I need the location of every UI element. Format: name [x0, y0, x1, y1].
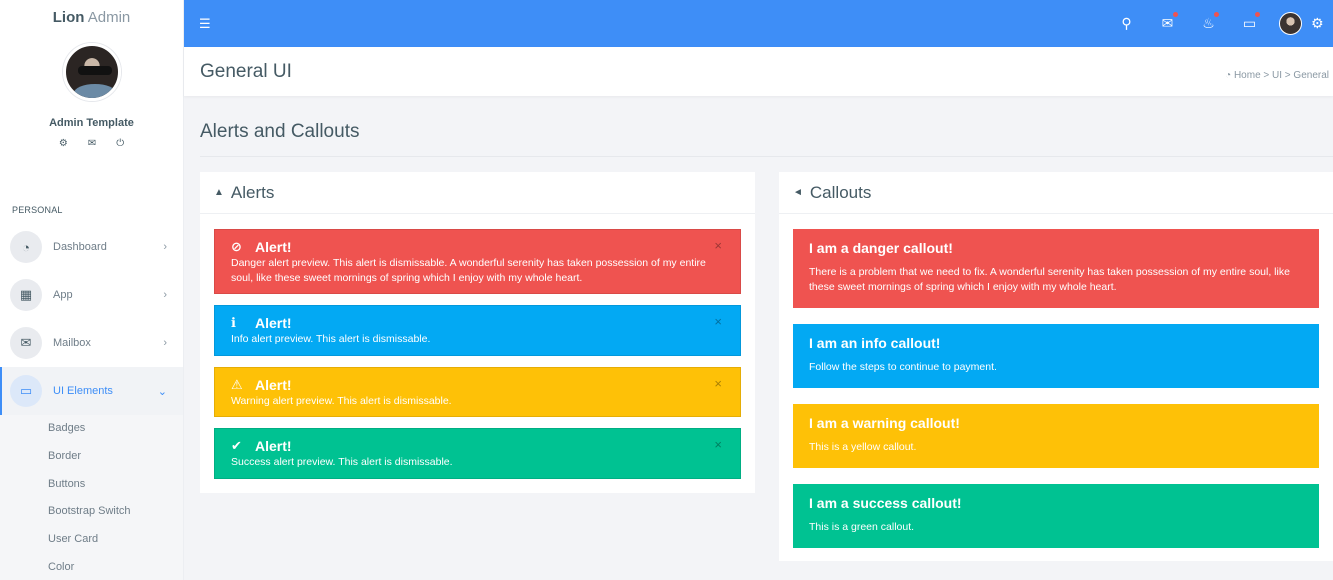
alert-title: Alert! — [255, 239, 292, 255]
close-icon[interactable]: × — [714, 437, 722, 452]
chevron-right-icon: › — [163, 289, 167, 301]
dashboard-icon: ◔ — [1225, 70, 1232, 81]
callout-info: I am an info callout! Follow the steps t… — [793, 324, 1319, 388]
close-icon[interactable]: × — [714, 238, 722, 253]
breadcrumb: ◔ Home > UI > General — [1225, 70, 1329, 81]
profile-name[interactable]: Admin Template — [0, 117, 183, 129]
submenu-ui-elements: Badges Border Buttons Bootstrap Switch U… — [0, 415, 183, 580]
sidebar-item-label: App — [53, 289, 73, 301]
user-avatar[interactable] — [1279, 12, 1302, 35]
callout-title: I am a success callout! — [809, 495, 962, 511]
breadcrumb-text[interactable]: Home > UI > General — [1234, 70, 1329, 81]
hamburger-menu-icon[interactable]: ☰ — [199, 16, 211, 32]
card-header: ▲ Alerts — [200, 172, 755, 214]
divider — [200, 156, 1333, 157]
sidebar-item-dashboard[interactable]: ◔ Dashboard › — [0, 223, 183, 271]
sidebar-item-app[interactable]: ▦ App › — [0, 271, 183, 319]
top-actions: ⚲ ✉ ♨ ▭ ⚙ — [1106, 0, 1333, 47]
alert-danger: ⊘ Alert! Danger alert preview. This aler… — [214, 229, 741, 294]
submenu-item-user-card[interactable]: User Card — [0, 526, 183, 554]
page-title-bar: General UI ◔ Home > UI > General — [184, 47, 1333, 96]
chevron-right-icon: › — [163, 337, 167, 349]
brand-bold: Lion — [52, 9, 85, 26]
chevron-right-icon: › — [163, 241, 167, 253]
ban-icon: ⊘ — [231, 239, 242, 254]
notification-dot — [1214, 12, 1219, 17]
laptop-icon: ▭ — [10, 375, 42, 407]
chevron-down-icon: ⌄ — [157, 385, 167, 398]
brand-light: Admin — [87, 9, 131, 26]
notification-dot — [1255, 12, 1260, 17]
chat-icon[interactable]: ▭ — [1229, 12, 1270, 32]
alert-title: Alert! — [255, 315, 292, 331]
sidebar: Lion Admin Admin Template ⚙ ✉ ⏻ PERSONAL… — [0, 0, 184, 580]
callout-text: There is a problem that we need to fix. … — [809, 266, 1290, 293]
alerts-card: ▲ Alerts ⊘ Alert! Danger alert preview. … — [200, 172, 755, 493]
alert-text: Danger alert preview. This alert is dism… — [231, 257, 706, 284]
alert-info: ℹ Alert! Info alert preview. This alert … — [214, 305, 741, 356]
brand-logo[interactable]: Lion Admin — [0, 0, 183, 36]
search-icon[interactable]: ⚲ — [1106, 15, 1147, 32]
info-icon: ℹ — [231, 315, 236, 330]
mail-icon: ✉ — [10, 327, 42, 359]
power-icon[interactable]: ⏻ — [116, 138, 124, 149]
profile-avatar[interactable] — [62, 43, 121, 101]
callout-warning: I am a warning callout! This is a yellow… — [793, 404, 1319, 468]
alert-title: Alert! — [255, 438, 292, 454]
card-title: Alerts — [230, 182, 275, 202]
profile-actions: ⚙ ✉ ⏻ — [0, 138, 183, 149]
submenu-item-color[interactable]: Color — [0, 554, 183, 580]
warning-icon: ▲ — [214, 187, 224, 198]
submenu-item-buttons[interactable]: Buttons — [0, 471, 183, 499]
sidebar-item-ui-elements[interactable]: ▭ UI Elements ⌄ — [0, 367, 183, 415]
sidebar-item-mailbox[interactable]: ✉ Mailbox › — [0, 319, 183, 367]
card-title: Callouts — [809, 182, 872, 202]
close-icon[interactable]: × — [714, 376, 722, 391]
alert-title: Alert! — [255, 377, 292, 393]
callouts-card: ◄ Callouts I am a danger callout! There … — [779, 172, 1333, 561]
submenu-item-bootstrap-switch[interactable]: Bootstrap Switch — [0, 498, 183, 526]
alert-success: ✔ Alert! Success alert preview. This ale… — [214, 428, 741, 479]
mail-icon[interactable]: ✉ — [1147, 12, 1188, 32]
warning-icon: ⚠ — [231, 377, 243, 392]
mail-icon[interactable]: ✉ — [88, 138, 96, 149]
top-navbar: ☰ ⚲ ✉ ♨ ▭ ⚙ — [184, 0, 1333, 47]
callout-success: I am a success callout! This is a green … — [793, 484, 1319, 548]
gear-icon[interactable]: ⚙ — [1311, 15, 1333, 32]
grid-icon: ▦ — [10, 279, 42, 311]
callout-title: I am an info callout! — [809, 335, 941, 351]
submenu-item-badges[interactable]: Badges — [0, 415, 183, 443]
sidebar-section-title: PERSONAL — [12, 205, 63, 215]
dashboard-icon: ◔ — [10, 231, 42, 263]
sidebar-item-label: Dashboard — [53, 241, 107, 253]
alert-text: Warning alert preview. This alert is dis… — [231, 395, 452, 407]
callout-text: Follow the steps to continue to payment. — [809, 361, 997, 373]
gear-icon[interactable]: ⚙ — [59, 138, 68, 149]
card-header: ◄ Callouts — [779, 172, 1333, 214]
alert-warning: ⚠ Alert! Warning alert preview. This ale… — [214, 367, 741, 417]
section-title: Alerts and Callouts — [200, 121, 360, 142]
close-icon[interactable]: × — [714, 314, 722, 329]
sidebar-item-label: UI Elements — [53, 385, 113, 397]
alert-text: Info alert preview. This alert is dismis… — [231, 333, 431, 345]
check-icon: ✔ — [231, 438, 242, 453]
notification-dot — [1173, 12, 1178, 17]
callout-text: This is a green callout. — [809, 521, 915, 533]
submenu-item-border[interactable]: Border — [0, 443, 183, 471]
callout-title: I am a danger callout! — [809, 240, 953, 256]
callout-title: I am a warning callout! — [809, 415, 960, 431]
bullhorn-icon: ◄ — [793, 187, 803, 198]
page-title: General UI — [200, 61, 292, 82]
alert-text: Success alert preview. This alert is dis… — [231, 456, 453, 468]
callout-text: This is a yellow callout. — [809, 441, 917, 453]
sidebar-item-label: Mailbox — [53, 337, 91, 349]
bell-icon[interactable]: ♨ — [1188, 12, 1229, 32]
callout-danger: I am a danger callout! There is a proble… — [793, 229, 1319, 308]
